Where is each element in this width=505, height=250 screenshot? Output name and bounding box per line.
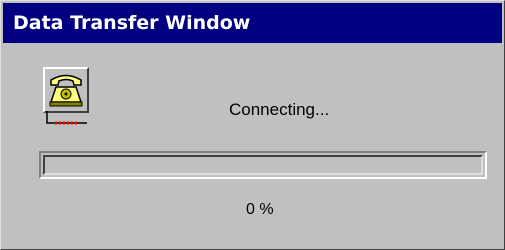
progress-inner	[43, 155, 483, 175]
transfer-progress-bar	[39, 151, 487, 179]
telephone-icon	[43, 67, 89, 113]
progress-percent: 0 %	[246, 201, 274, 218]
phone-cord-icon	[46, 111, 87, 125]
data-transfer-window: Data Transfer Window Connecting... 0 %	[0, 0, 505, 250]
connection-status: Connecting...	[229, 100, 330, 119]
window-title: Data Transfer Window	[13, 12, 251, 34]
title-bar[interactable]: Data Transfer Window	[3, 3, 502, 43]
